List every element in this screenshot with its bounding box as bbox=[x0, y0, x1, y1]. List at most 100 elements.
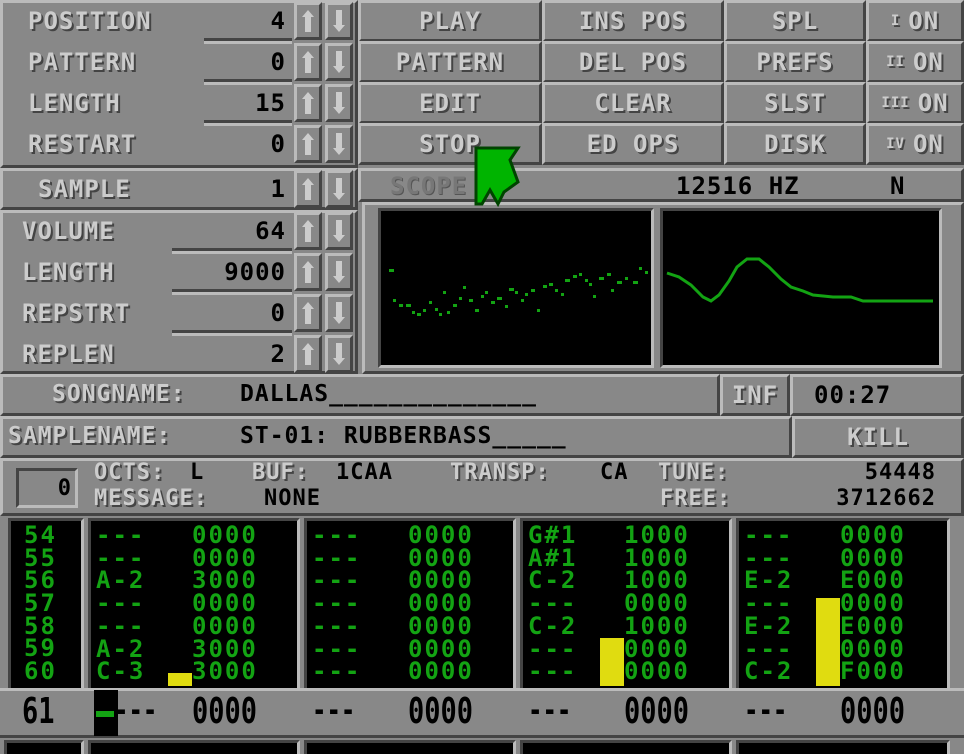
octave-box-value: 0 bbox=[57, 476, 72, 501]
next-rows-channel-2 bbox=[304, 740, 516, 754]
scope-frequency: 12516 HZ bbox=[676, 172, 800, 200]
arrow-down-icon bbox=[333, 178, 345, 200]
channel-roman: III bbox=[881, 95, 910, 111]
arrow-up-icon bbox=[302, 220, 314, 242]
pattern-note[interactable]: --- bbox=[312, 659, 361, 683]
menu-button-disk[interactable]: DISK bbox=[724, 123, 866, 165]
transp-value: CA bbox=[600, 460, 629, 485]
kill-button[interactable]: KILL bbox=[792, 416, 964, 458]
scope-left-waveform bbox=[389, 267, 648, 316]
octs-label: OCTS: bbox=[94, 460, 166, 485]
sample-down-button[interactable] bbox=[325, 170, 353, 208]
current-row-effect[interactable]: 0000 bbox=[408, 694, 473, 730]
scope-left bbox=[378, 208, 654, 368]
song-up-button[interactable] bbox=[294, 43, 322, 81]
current-row-effect[interactable]: 0000 bbox=[192, 694, 257, 730]
message-value: NONE bbox=[264, 486, 321, 511]
field-divider bbox=[204, 123, 292, 126]
sample-down-button[interactable] bbox=[325, 294, 353, 332]
samplename-field[interactable]: ST-01: RUBBERBASS_____ bbox=[240, 425, 567, 448]
sample-label: REPSTRT bbox=[22, 299, 131, 327]
inf-button[interactable]: INF bbox=[720, 374, 790, 416]
edit-button-del-pos[interactable]: DEL POS bbox=[542, 41, 724, 83]
song-up-button[interactable] bbox=[294, 2, 322, 40]
vu-meter bbox=[168, 673, 192, 686]
buf-label: BUF: bbox=[252, 460, 309, 485]
pattern-note[interactable]: --- bbox=[528, 659, 577, 683]
arrow-up-icon bbox=[302, 92, 314, 114]
scope-right-waveform bbox=[666, 257, 933, 303]
song-label: RESTART bbox=[28, 130, 137, 158]
sample-up-button[interactable] bbox=[294, 335, 322, 373]
arrow-up-icon bbox=[302, 133, 314, 155]
current-row-note[interactable]: --- bbox=[528, 694, 571, 726]
message-label: MESSAGE: bbox=[94, 486, 208, 511]
transport-button-edit[interactable]: EDIT bbox=[358, 82, 542, 124]
field-divider bbox=[172, 292, 292, 295]
pattern-effect[interactable]: 3000 bbox=[192, 659, 258, 683]
arrow-up-icon bbox=[302, 178, 314, 200]
current-row-effect[interactable]: 0000 bbox=[624, 694, 689, 730]
pattern-effect[interactable]: F000 bbox=[840, 659, 906, 683]
next-rows-channel-1 bbox=[88, 740, 300, 754]
row-numbers: 54 55 56 57 58 59 60 bbox=[24, 523, 57, 683]
mouse-pointer-icon bbox=[474, 146, 521, 208]
current-row-effect[interactable]: 0000 bbox=[840, 694, 905, 730]
menu-button-prefs[interactable]: PREFS bbox=[724, 41, 866, 83]
current-row-number: 61 bbox=[22, 691, 55, 732]
sample-down-button[interactable] bbox=[325, 335, 353, 373]
transport-button-pattern[interactable]: PATTERN bbox=[358, 41, 542, 83]
channel-state: ON bbox=[912, 130, 944, 158]
channel-toggle-2[interactable]: II ON bbox=[866, 41, 964, 83]
field-divider bbox=[172, 251, 292, 254]
arrow-up-icon bbox=[302, 51, 314, 73]
tune-value: 54448 bbox=[864, 460, 936, 485]
transport-button-play[interactable]: PLAY bbox=[358, 0, 542, 42]
current-row-note[interactable]: --- bbox=[744, 694, 787, 726]
song-label: POSITION bbox=[28, 7, 152, 35]
song-down-button[interactable] bbox=[325, 2, 353, 40]
free-label: FREE: bbox=[660, 486, 732, 511]
songname-field[interactable]: DALLAS______________ bbox=[240, 383, 537, 406]
arrow-up-icon bbox=[302, 10, 314, 32]
channel-state: ON bbox=[912, 48, 944, 76]
song-down-button[interactable] bbox=[325, 125, 353, 163]
edit-button-clear[interactable]: CLEAR bbox=[542, 82, 724, 124]
song-down-button[interactable] bbox=[325, 84, 353, 122]
next-rows-row-column bbox=[4, 740, 84, 754]
menu-button-spl[interactable]: SPL bbox=[724, 0, 866, 42]
channel-toggle-4[interactable]: IV ON bbox=[866, 123, 964, 165]
pattern-note[interactable]: C-2 bbox=[744, 659, 793, 683]
vu-meter bbox=[600, 638, 624, 686]
edit-button-ins-pos[interactable]: INS POS bbox=[542, 0, 724, 42]
arrow-down-icon bbox=[333, 220, 345, 242]
song-label: LENGTH bbox=[28, 89, 121, 117]
free-value: 3712662 bbox=[836, 486, 936, 511]
song-up-button[interactable] bbox=[294, 125, 322, 163]
channel-toggle-3[interactable]: III ON bbox=[866, 82, 964, 124]
pattern-note[interactable]: C-3 bbox=[96, 659, 145, 683]
vu-meter bbox=[816, 598, 840, 686]
song-down-button[interactable] bbox=[325, 43, 353, 81]
song-up-button[interactable] bbox=[294, 84, 322, 122]
sample-down-button[interactable] bbox=[325, 212, 353, 250]
channel-toggle-1[interactable]: I ON bbox=[866, 0, 964, 42]
current-row-note[interactable]: --- bbox=[114, 694, 157, 726]
sample-up-button[interactable] bbox=[294, 170, 322, 208]
song-label: PATTERN bbox=[28, 48, 137, 76]
pattern-effect[interactable]: 0000 bbox=[624, 659, 690, 683]
next-rows-channel-4 bbox=[736, 740, 950, 754]
sample-up-button[interactable] bbox=[294, 253, 322, 291]
arrow-down-icon bbox=[333, 92, 345, 114]
pattern-effect[interactable]: 0000 bbox=[408, 659, 474, 683]
menu-button-slst[interactable]: SLST bbox=[724, 82, 866, 124]
edit-button-ed-ops[interactable]: ED OPS bbox=[542, 123, 724, 165]
current-row-note[interactable]: --- bbox=[312, 694, 355, 726]
sample-up-button[interactable] bbox=[294, 294, 322, 332]
field-divider bbox=[204, 41, 292, 44]
scope-right bbox=[660, 208, 942, 368]
sample-down-button[interactable] bbox=[325, 253, 353, 291]
sample-up-button[interactable] bbox=[294, 212, 322, 250]
tune-label: TUNE: bbox=[658, 460, 730, 485]
octs-value: L bbox=[190, 460, 205, 485]
